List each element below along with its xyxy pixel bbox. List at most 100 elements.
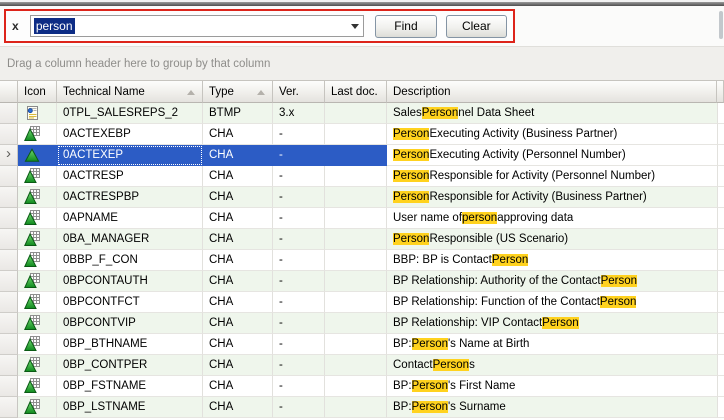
version-cell: - — [273, 292, 325, 313]
row-indicator — [0, 250, 18, 271]
last-doc-cell — [325, 397, 387, 418]
search-highlight: Person — [542, 317, 578, 329]
last-doc-cell — [325, 250, 387, 271]
version-cell: - — [273, 334, 325, 355]
group-by-hint: Drag a column header here to group by th… — [7, 58, 270, 70]
sort-ascending-icon — [187, 90, 195, 95]
grid-row[interactable]: 0BPCONTAUTHCHA-BP Relationship: Authorit… — [0, 271, 724, 292]
characteristic-grid-icon-cell — [18, 376, 57, 397]
column-header-label: Ver. — [279, 86, 299, 98]
row-indicator — [0, 124, 18, 145]
row-indicator — [0, 397, 18, 418]
column-header-type[interactable]: Type — [203, 80, 273, 103]
characteristic-plain-icon — [24, 147, 40, 163]
row-indicator — [0, 103, 18, 124]
last-doc-cell — [325, 313, 387, 334]
grid-body: 0TPL_SALESREPS_2BTMP3.xSales Personnel D… — [0, 103, 724, 418]
grid-row[interactable]: 0BP_CONTPERCHA-Contact Persons — [0, 355, 724, 376]
column-header-ver[interactable]: Ver. — [273, 80, 325, 103]
group-by-panel[interactable]: Drag a column header here to group by th… — [0, 46, 724, 80]
search-highlight: person — [462, 212, 497, 224]
description-text: 's Surname — [448, 401, 506, 413]
version-cell: - — [273, 376, 325, 397]
row-filler — [718, 166, 724, 187]
technical-name-cell: 0BPCONTFCT — [57, 292, 203, 313]
close-search-icon[interactable]: x — [12, 19, 30, 33]
search-combobox[interactable]: person — [30, 15, 364, 37]
description-text: s — [469, 359, 475, 371]
grid-row[interactable]: 0ACTRESPCHA-Person Responsible for Activ… — [0, 166, 724, 187]
column-header-icon[interactable]: Icon — [18, 80, 57, 103]
type-cell: CHA — [203, 334, 273, 355]
clear-button[interactable]: Clear — [446, 15, 507, 38]
characteristic-grid-icon — [24, 126, 40, 142]
version-cell: 3.x — [273, 103, 325, 124]
version-cell: - — [273, 271, 325, 292]
characteristic-grid-icon — [24, 210, 40, 226]
grid-row[interactable]: 0BBP_F_CONCHA-BBP: BP is Contact Person — [0, 250, 724, 271]
chevron-down-icon — [351, 24, 359, 29]
row-indicator — [0, 292, 18, 313]
grid-row[interactable]: 0ACTRESPBPCHA-Person Responsible for Act… — [0, 187, 724, 208]
grid-row[interactable]: 0BA_MANAGERCHA-Person Responsible (US Sc… — [0, 229, 724, 250]
row-filler — [718, 103, 724, 124]
search-highlight: Person — [422, 107, 458, 119]
column-header-desc[interactable]: Description — [387, 80, 717, 103]
description-cell: BP: Person's Surname — [387, 397, 718, 418]
description-cell: BP Relationship: VIP Contact Person — [387, 313, 718, 334]
version-cell: - — [273, 145, 325, 166]
search-panel: x person Find Clear — [4, 9, 515, 43]
version-cell: - — [273, 208, 325, 229]
column-header-label: Technical Name — [63, 86, 145, 98]
type-cell: CHA — [203, 124, 273, 145]
characteristic-grid-icon — [24, 336, 40, 352]
characteristic-grid-icon — [24, 231, 40, 247]
find-button[interactable]: Find — [375, 15, 436, 38]
characteristic-grid-icon-cell — [18, 229, 57, 250]
column-header-lastdoc[interactable]: Last doc. — [325, 80, 387, 103]
combo-dropdown-button[interactable] — [346, 16, 363, 36]
version-cell: - — [273, 397, 325, 418]
grid-row[interactable]: 0ACTEXEBPCHA-Person Executing Activity (… — [0, 124, 724, 145]
characteristic-grid-icon — [24, 315, 40, 331]
grid-row[interactable]: 0BP_FSTNAMECHA-BP: Person's First Name — [0, 376, 724, 397]
technical-name-cell: 0BA_MANAGER — [57, 229, 203, 250]
row-filler — [718, 313, 724, 334]
type-cell: BTMP — [203, 103, 273, 124]
technical-name-cell: 0TPL_SALESREPS_2 — [57, 103, 203, 124]
description-text: nel Data Sheet — [458, 107, 534, 119]
characteristic-grid-icon — [24, 252, 40, 268]
column-header-label: Last doc. — [331, 86, 378, 98]
grid-row[interactable]: ›0ACTEXEPCHA-Person Executing Activity (… — [0, 145, 724, 166]
characteristic-grid-icon — [24, 273, 40, 289]
column-header-label: Icon — [24, 86, 46, 98]
description-text: BP Relationship: Function of the Contact — [393, 296, 600, 308]
description-cell: BP Relationship: Function of the Contact… — [387, 292, 718, 313]
row-indicator: › — [0, 145, 18, 166]
type-cell: CHA — [203, 355, 273, 376]
last-doc-cell — [325, 145, 387, 166]
technical-name-cell: 0ACTEXEBP — [57, 124, 203, 145]
type-cell: CHA — [203, 250, 273, 271]
grid-row[interactable]: 0BP_LSTNAMECHA-BP: Person's Surname — [0, 397, 724, 418]
grid-row[interactable]: 0BPCONTVIPCHA-BP Relationship: VIP Conta… — [0, 313, 724, 334]
search-highlight: Person — [412, 338, 448, 350]
characteristic-grid-icon-cell — [18, 250, 57, 271]
search-highlight: Person — [600, 296, 636, 308]
search-highlight: Person — [601, 275, 637, 287]
last-doc-cell — [325, 124, 387, 145]
row-indicator — [0, 355, 18, 376]
search-highlight: Person — [393, 149, 429, 161]
scrollbar-sliver[interactable] — [719, 11, 723, 39]
type-cell: CHA — [203, 229, 273, 250]
row-indicator — [0, 313, 18, 334]
grid-row[interactable]: 0TPL_SALESREPS_2BTMP3.xSales Personnel D… — [0, 103, 724, 124]
version-cell: - — [273, 187, 325, 208]
column-header-tech[interactable]: Technical Name — [57, 80, 203, 103]
grid-row[interactable]: 0BPCONTFCTCHA- BP Relationship: Function … — [0, 292, 724, 313]
grid-row[interactable]: 0BP_BTHNAMECHA-BP: Person's Name at Birt… — [0, 334, 724, 355]
description-text: BP: — [393, 338, 412, 350]
type-cell: CHA — [203, 292, 273, 313]
grid-row[interactable]: 0APNAMECHA-User name of person approving… — [0, 208, 724, 229]
search-input-value[interactable]: person — [34, 18, 75, 34]
